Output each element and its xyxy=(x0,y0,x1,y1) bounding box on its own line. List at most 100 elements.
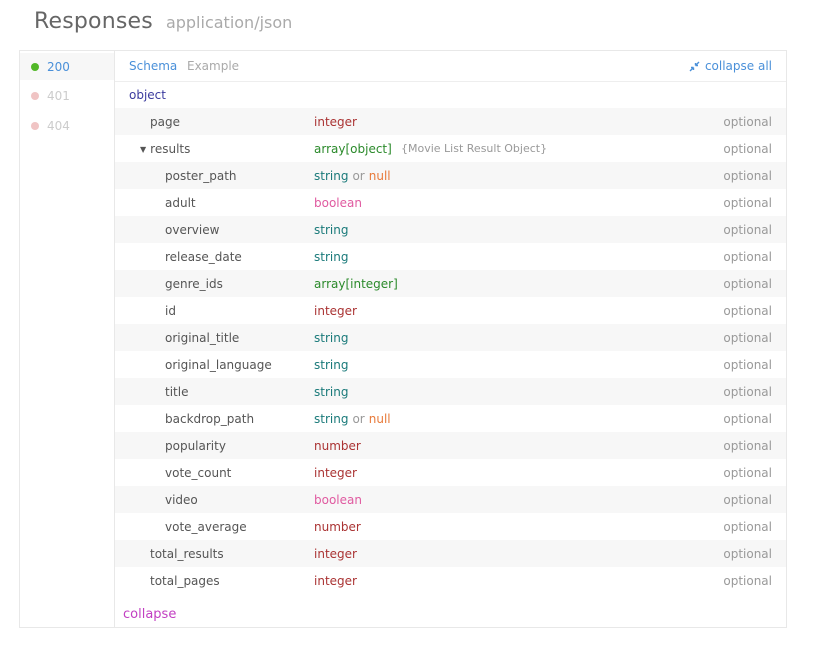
field-name: genre_ids xyxy=(165,277,223,291)
field-type: integer xyxy=(314,115,357,129)
schema-row-id: id integer optional xyxy=(115,297,786,324)
status-code-200[interactable]: 200 xyxy=(20,53,114,80)
responses-header: Responses application/json xyxy=(34,9,292,39)
field-name-text: id xyxy=(165,304,176,318)
field-type-text: string xyxy=(314,331,349,345)
field-optional-label: optional xyxy=(723,520,772,534)
field-type: string or null xyxy=(314,412,391,426)
field-name-text: original_language xyxy=(165,358,272,372)
field-alt-type: null xyxy=(368,169,391,183)
schema-row-backdrop-path: backdrop_path string or null optional xyxy=(115,405,786,432)
field-optional-label: optional xyxy=(723,115,772,129)
field-optional-label: optional xyxy=(723,358,772,372)
field-optional-label: optional xyxy=(723,250,772,264)
field-name: id xyxy=(165,304,176,318)
field-type: number xyxy=(314,520,361,534)
field-type: string xyxy=(314,358,348,372)
schema-row-genre-ids: genre_ids array[integer] optional xyxy=(115,270,786,297)
field-name: overview xyxy=(165,223,219,237)
field-type-text: number xyxy=(314,520,361,534)
status-code-401[interactable]: 401 xyxy=(20,82,114,109)
field-type-text: boolean xyxy=(314,493,362,507)
field-type-text: string xyxy=(314,223,349,237)
field-type-text: string xyxy=(314,358,349,372)
field-type-text: string xyxy=(314,169,349,183)
schema-row-popularity: popularity number optional xyxy=(115,432,786,459)
field-type: string xyxy=(314,385,348,399)
field-type-text: boolean xyxy=(314,196,362,210)
page-title: Responses xyxy=(34,9,153,34)
field-name: title xyxy=(165,385,188,399)
field-alt-type: null xyxy=(368,412,391,426)
field-type-text: string xyxy=(314,412,349,426)
tab-example[interactable]: Example xyxy=(187,59,239,73)
field-type-or: or xyxy=(352,169,365,183)
field-name-text: vote_average xyxy=(165,520,247,534)
field-optional-label: optional xyxy=(723,547,772,561)
field-type: string xyxy=(314,331,348,345)
field-type-text: array[object] xyxy=(314,142,392,156)
schema-row-adult: adult boolean optional xyxy=(115,189,786,216)
field-optional-label: optional xyxy=(723,385,772,399)
field-name-text: original_title xyxy=(165,331,240,345)
field-name: video xyxy=(165,493,198,507)
schema-row-vote-average: vote_average number optional xyxy=(115,513,786,540)
field-optional-label: optional xyxy=(723,412,772,426)
field-name-text: overview xyxy=(165,223,220,237)
caret-down-icon[interactable]: ▼ xyxy=(140,145,146,154)
schema-tabs: Schema Example collapse all xyxy=(115,51,786,82)
status-dot-icon xyxy=(31,62,39,71)
field-name-text: popularity xyxy=(165,439,226,453)
field-name: total_results xyxy=(150,547,224,561)
field-optional-label: optional xyxy=(723,466,772,480)
field-type: number xyxy=(314,439,361,453)
field-name-text: total_results xyxy=(150,547,224,561)
field-type: boolean xyxy=(314,493,362,507)
status-dot-icon xyxy=(31,91,39,100)
field-type: integer xyxy=(314,304,357,318)
tab-schema[interactable]: Schema xyxy=(129,59,177,73)
collapse-all-button[interactable]: collapse all xyxy=(689,59,772,73)
field-name: popularity xyxy=(165,439,226,453)
field-optional-label: optional xyxy=(723,574,772,588)
field-name-text: genre_ids xyxy=(165,277,223,291)
field-type-text: integer xyxy=(314,466,357,480)
schema-row-overview: overview string optional xyxy=(115,216,786,243)
field-type-note: {Movie List Result Object} xyxy=(401,142,548,155)
field-type: integer xyxy=(314,547,357,561)
field-type: boolean xyxy=(314,196,362,210)
field-name: poster_path xyxy=(165,169,237,183)
collapse-arrows-icon xyxy=(689,61,700,71)
content-type-label: application/json xyxy=(165,13,293,32)
field-type-text: array[integer] xyxy=(314,277,398,291)
schema-row-title: title string optional xyxy=(115,378,786,405)
status-code-label: 401 xyxy=(47,88,70,103)
field-name: vote_count xyxy=(165,466,231,480)
responses-panel: 200 401 404 Schema Example collapse all … xyxy=(19,50,787,628)
status-code-list: 200 401 404 xyxy=(20,51,115,627)
field-name-text: title xyxy=(165,385,189,399)
field-type: string xyxy=(314,250,348,264)
field-name: backdrop_path xyxy=(165,412,254,426)
schema-row-results[interactable]: ▼ results array[object] {Movie List Result … xyxy=(115,135,786,162)
schema-row-original-language: original_language string optional xyxy=(115,351,786,378)
schema-row-vote-count: vote_count integer optional xyxy=(115,459,786,486)
field-optional-label: optional xyxy=(723,304,772,318)
field-name-text: adult xyxy=(165,196,196,210)
field-type: integer xyxy=(314,466,357,480)
field-name-text: poster_path xyxy=(165,169,237,183)
status-code-404[interactable]: 404 xyxy=(20,112,114,139)
field-name[interactable]: ▼ results xyxy=(140,142,190,156)
schema-row-release-date: release_date string optional xyxy=(115,243,786,270)
field-optional-label: optional xyxy=(723,277,772,291)
field-optional-label: optional xyxy=(723,223,772,237)
collapse-button[interactable]: collapse xyxy=(123,607,176,622)
field-name: original_language xyxy=(165,358,272,372)
schema-row-total-pages: total_pages integer optional xyxy=(115,567,786,594)
field-type: string xyxy=(314,223,348,237)
status-code-label: 404 xyxy=(47,118,70,133)
field-name-text: release_date xyxy=(165,250,242,264)
field-type-text: string xyxy=(314,250,349,264)
schema-row-page: page integer optional xyxy=(115,108,786,135)
schema-content: Schema Example collapse all object page i… xyxy=(115,51,786,627)
